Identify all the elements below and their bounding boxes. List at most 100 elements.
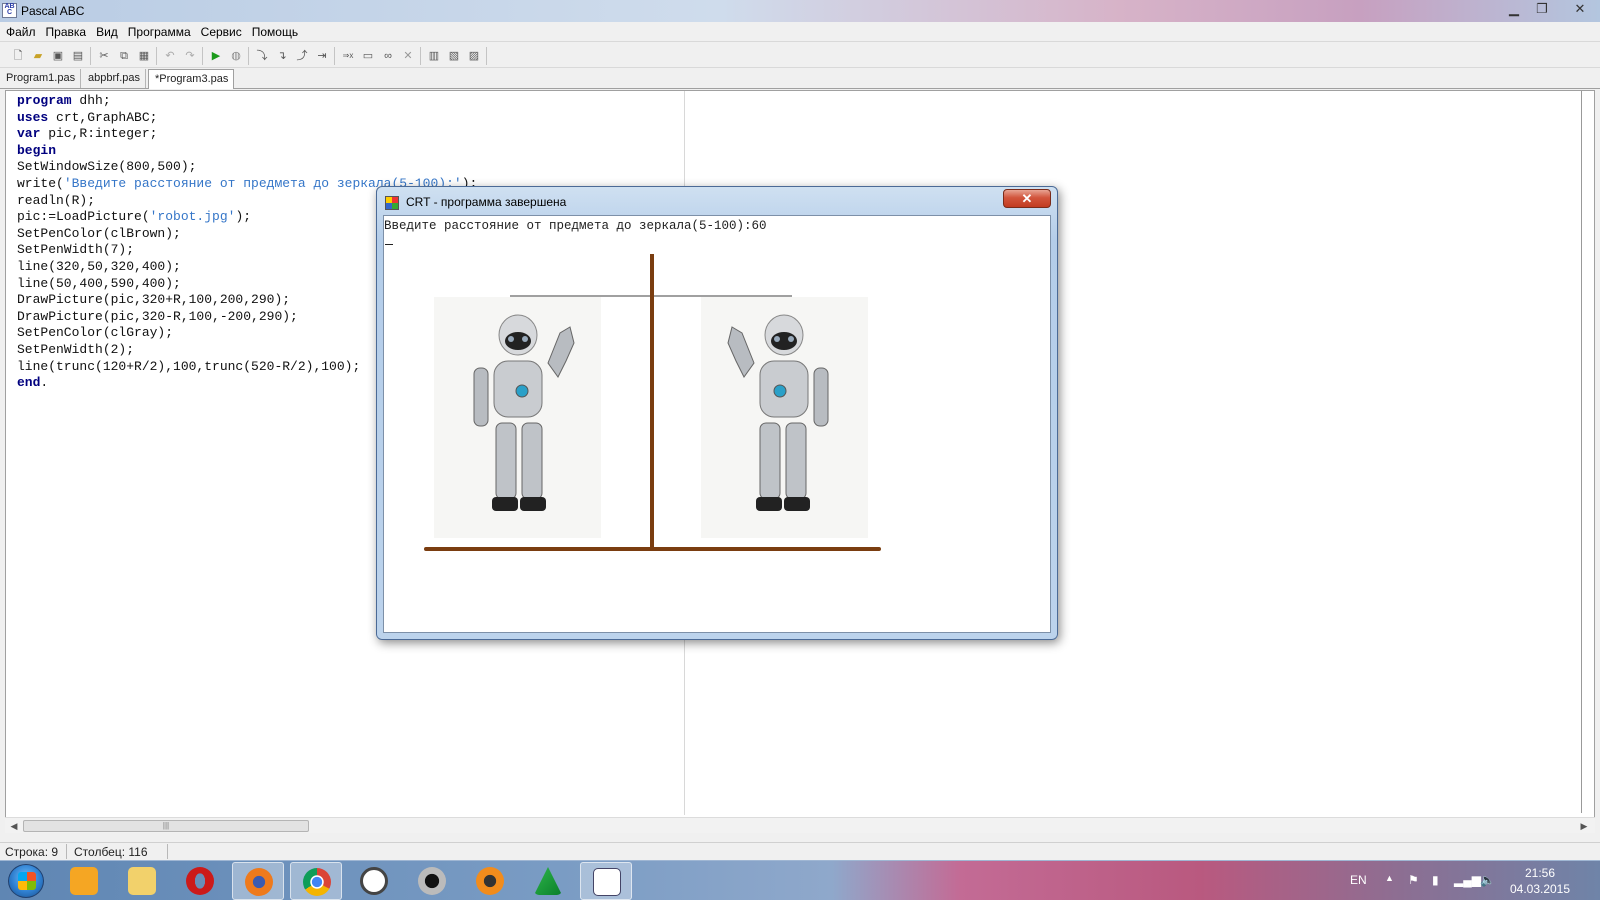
horizontal-scrollbar[interactable]: ◀ ||| ▶ <box>5 817 1595 833</box>
status-row: Строка: 9 <box>5 845 59 859</box>
toolbar: 🗋 ▰ ▣ ▤ ✂ ⧉ ▦ ↶ ↷ ▶ ◍ ⤵ ↴ ⤴ ⇥ ⇒x ▭ ∞ ✕ ▥… <box>0 44 1600 68</box>
status-bar: Строка: 9 Столбец: 116 <box>0 842 1600 860</box>
step-out-icon[interactable]: ⤴ <box>294 48 310 64</box>
menu-file[interactable]: Файл <box>0 22 40 39</box>
pascal-abc-icon <box>593 868 621 896</box>
open-folder-icon[interactable]: ▰ <box>30 48 46 64</box>
window-icon[interactable]: ▭ <box>360 48 376 64</box>
code-text: line(trunc(120+R/2),100,trunc(520-R/2),1… <box>17 358 361 374</box>
taskbar-file-explorer[interactable] <box>116 862 168 900</box>
crt-window[interactable]: CRT - программа завершена ✕ Введите расс… <box>376 186 1058 640</box>
toolbar-separator <box>90 47 91 65</box>
taskbar-firefox[interactable] <box>232 862 284 900</box>
code-text: SetPenWidth(7); <box>17 242 135 258</box>
taskbar-opera[interactable] <box>174 862 226 900</box>
code-text: ); <box>235 209 252 225</box>
taskbar-media-player[interactable] <box>58 862 110 900</box>
code-text: pic,R:integer; <box>40 126 158 142</box>
taskbar-pascal-abc[interactable] <box>580 862 632 900</box>
code-text: SetPenColor(clGray); <box>17 325 174 341</box>
outdent-icon[interactable]: ▨ <box>466 48 482 64</box>
code-line[interactable]: var pic,R:integer; <box>17 126 477 143</box>
taskbar-camera[interactable] <box>406 862 458 900</box>
toolbar-separator <box>202 47 203 65</box>
crt-graphics-area: Введите расстояние от предмета до зеркал… <box>383 215 1051 633</box>
pascal-abc-icon: AB C <box>2 3 17 18</box>
toolbar-separator <box>420 47 421 65</box>
opera-icon <box>186 867 214 895</box>
tab-program1[interactable]: Program1.pas <box>0 69 82 88</box>
title-bar: AB C Pascal ABC ▁ ❐ ✕ <box>0 0 1600 22</box>
code-text: SetWindowSize(800,500); <box>17 159 197 175</box>
code-text: DrawPicture(pic,320+R,100,200,290); <box>17 292 291 308</box>
show-hidden-icons-icon[interactable]: ▲ <box>1385 873 1394 883</box>
start-button[interactable] <box>8 864 44 898</box>
save-icon[interactable]: ▣ <box>50 48 66 64</box>
taskbar-a-green[interactable] <box>522 862 574 900</box>
menu-help[interactable]: Помощь <box>246 22 302 39</box>
a-green-icon <box>534 867 562 895</box>
status-column: Столбец: 116 <box>74 845 148 859</box>
system-clock[interactable]: 21:56 04.03.2015 <box>1500 865 1580 897</box>
code-text: line(50,400,590,400); <box>17 275 181 291</box>
save-all-icon[interactable]: ▤ <box>70 48 86 64</box>
code-keyword: var <box>17 126 41 142</box>
taskbar-chrome[interactable] <box>290 862 342 900</box>
watch-icon[interactable]: ⇒x <box>340 48 356 64</box>
taskbar-app-circle[interactable] <box>348 862 400 900</box>
run-icon[interactable]: ▶ <box>208 48 224 64</box>
glasses-icon[interactable]: ∞ <box>380 48 396 64</box>
menu-view[interactable]: Вид <box>90 22 122 39</box>
menu-edit[interactable]: Правка <box>40 22 91 39</box>
action-center-flag-icon[interactable]: ⚑ <box>1408 873 1419 887</box>
scroll-thumb[interactable]: ||| <box>23 820 309 832</box>
network-icon[interactable]: ▂▄▆ <box>1454 873 1481 887</box>
code-keyword: end <box>17 375 41 391</box>
chrome-icon <box>303 868 331 896</box>
step-over-icon[interactable]: ↴ <box>274 48 290 64</box>
editor-edge <box>1581 91 1582 813</box>
menu-service[interactable]: Сервис <box>195 22 246 39</box>
code-line[interactable]: program dhh; <box>17 93 477 110</box>
menu-bar: Файл Правка Вид Программа Сервис Помощь <box>0 22 1600 42</box>
copy-icon[interactable]: ⧉ <box>116 48 132 64</box>
robot-picture-right <box>701 297 868 538</box>
step-into-icon[interactable]: ⤵ <box>254 48 270 64</box>
battery-icon[interactable]: ▮ <box>1432 873 1439 887</box>
cut-icon[interactable]: ✂ <box>96 48 112 64</box>
indent-icon[interactable]: ▧ <box>446 48 462 64</box>
firefox-icon <box>245 868 273 896</box>
close-icon[interactable]: ✕ <box>1566 0 1594 20</box>
code-text: SetPenColor(clBrown); <box>17 225 181 241</box>
tab-program3[interactable]: *Program3.pas <box>148 69 235 89</box>
crt-close-button[interactable]: ✕ <box>1003 189 1051 208</box>
app-circle-icon <box>360 867 388 895</box>
taskbar-avast[interactable] <box>464 862 516 900</box>
maximize-icon[interactable]: ❐ <box>1528 0 1556 20</box>
code-text: dhh; <box>71 93 111 108</box>
new-file-icon[interactable]: 🗋 <box>10 48 26 64</box>
code-line[interactable]: SetWindowSize(800,500); <box>17 159 477 176</box>
code-line[interactable]: begin <box>17 143 477 160</box>
code-line[interactable]: uses crt,GraphABC; <box>17 110 477 127</box>
compile-icon[interactable]: ◍ <box>228 48 244 64</box>
run-to-cursor-icon[interactable]: ⇥ <box>314 48 330 64</box>
undo-icon[interactable]: ↶ <box>162 48 178 64</box>
menu-program[interactable]: Программа <box>122 22 195 39</box>
clock-date: 04.03.2015 <box>1509 882 1571 896</box>
windows-logo-icon <box>18 872 36 890</box>
crt-drawing <box>424 254 881 551</box>
stop-icon[interactable]: ✕ <box>400 48 416 64</box>
volume-icon[interactable]: 🔈 <box>1480 873 1495 887</box>
code-text: DrawPicture(pic,320-R,100,-200,290); <box>17 308 298 324</box>
robot-picture-left <box>434 297 601 538</box>
tab-abpbrf[interactable]: abpbrf.pas <box>82 69 146 88</box>
language-indicator[interactable]: EN <box>1350 873 1367 887</box>
code-text: readln(R); <box>17 192 96 208</box>
scroll-left-icon[interactable]: ◀ <box>7 819 21 833</box>
format-code-icon[interactable]: ▥ <box>426 48 442 64</box>
redo-icon[interactable]: ↷ <box>182 48 198 64</box>
paste-icon[interactable]: ▦ <box>136 48 152 64</box>
scroll-right-icon[interactable]: ▶ <box>1577 819 1591 833</box>
minimize-icon[interactable]: ▁ <box>1500 0 1528 20</box>
